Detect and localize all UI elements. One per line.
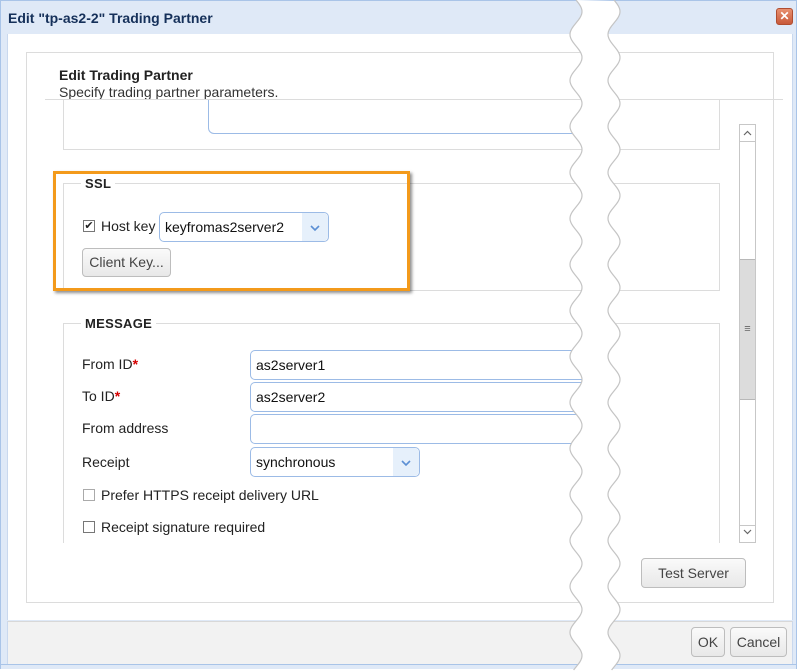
test-server-button[interactable]: Test Server: [641, 558, 746, 588]
required-mark: *: [132, 356, 139, 372]
host-key-select[interactable]: keyfromas2server2: [159, 212, 329, 242]
receipt-value: synchronous: [256, 454, 336, 470]
from-id-label: From ID*: [82, 356, 139, 372]
close-button[interactable]: ✕: [776, 8, 793, 25]
wizard-subtitle: Specify trading partner parameters.: [59, 84, 279, 100]
chevron-down-icon: [393, 448, 419, 476]
host-key-checkbox[interactable]: ✔: [83, 220, 95, 232]
close-icon: ✕: [779, 9, 790, 23]
wizard-title: Edit Trading Partner: [59, 67, 193, 83]
chevron-down-icon: [302, 213, 328, 241]
scrollbar-thumb[interactable]: ≡: [740, 259, 755, 400]
scroll-up-button[interactable]: [740, 125, 755, 142]
from-address-label: From address: [82, 420, 169, 436]
to-id-label: To ID*: [82, 388, 121, 404]
grip-icon: ≡: [744, 323, 751, 335]
dialog-title: Edit "tp-as2-2" Trading Partner: [8, 10, 213, 26]
from-id-input[interactable]: as2server1: [250, 350, 584, 380]
previous-input-field[interactable]: [208, 100, 588, 134]
ok-button[interactable]: OK: [691, 627, 725, 657]
receipt-select[interactable]: synchronous: [250, 447, 420, 477]
check-icon: ✔: [84, 220, 94, 232]
from-address-input[interactable]: [250, 414, 584, 444]
dialog-footer: [7, 621, 793, 664]
host-key-value: keyfromas2server2: [165, 219, 285, 235]
to-id-input[interactable]: as2server2: [250, 382, 584, 412]
title-bar[interactable]: Edit "tp-as2-2" Trading Partner: [1, 1, 796, 34]
receipt-signature-label: Receipt signature required: [101, 519, 266, 535]
client-key-button[interactable]: Client Key...: [82, 248, 171, 277]
message-legend: MESSAGE: [81, 316, 157, 331]
dialog-bottom-edge: [1, 664, 796, 669]
vertical-scrollbar[interactable]: ≡: [739, 124, 756, 543]
required-mark: *: [114, 388, 121, 404]
receipt-signature-checkbox[interactable]: [83, 521, 95, 533]
receipt-label: Receipt: [82, 454, 130, 470]
scroll-down-button[interactable]: [740, 525, 755, 542]
prefer-https-checkbox[interactable]: [83, 489, 95, 501]
cancel-button[interactable]: Cancel: [730, 627, 787, 657]
prefer-https-label: Prefer HTTPS receipt delivery URL: [101, 487, 319, 503]
host-key-label: Host key: [101, 218, 156, 234]
